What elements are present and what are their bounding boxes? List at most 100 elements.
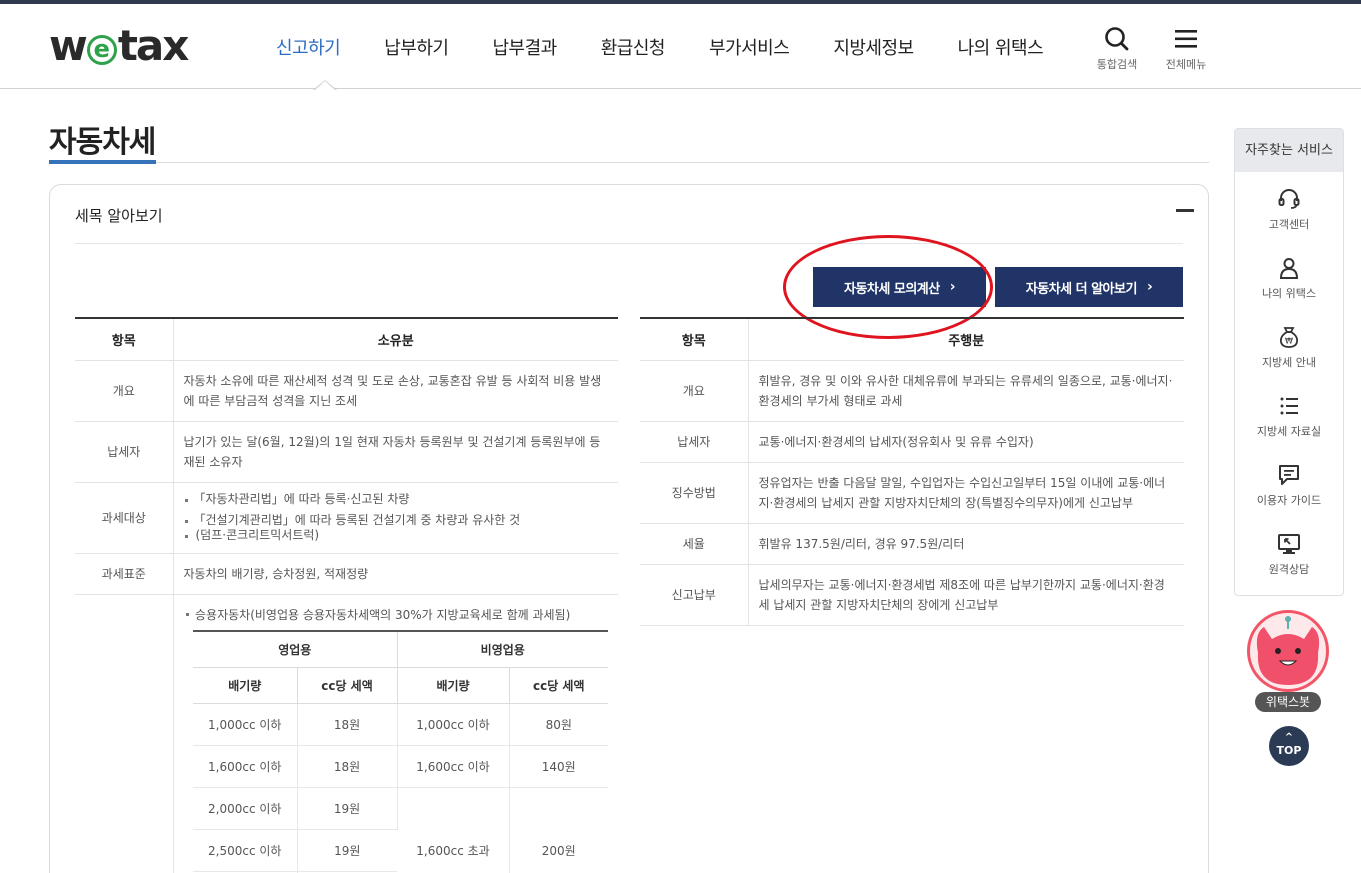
- col-header-tax-per-cc: cc당 세액: [509, 667, 608, 704]
- quick-item-local-tax-library[interactable]: 지방세 자료실: [1235, 379, 1343, 448]
- row-text: 교통·에너지·환경세의 납세자(정유회사 및 유류 수입자): [748, 421, 1184, 463]
- table-row: 1,600cc 이하 18원 1,600cc 이하 140원: [193, 745, 608, 788]
- chat-bubble-icon: [1279, 465, 1299, 485]
- quick-item-label: 나의 위택스: [1261, 287, 1317, 300]
- passenger-car-note: 승용자동차(비영업용 승용자동차세액의 30%가 지방교육세로 함께 과세됨): [185, 606, 570, 623]
- table-cell: 200원: [509, 787, 608, 873]
- row-bullets: 「자동차관리법」에 따라 등록·신고된 차량 「건설기계관리법」에 따라 등록된…: [173, 482, 618, 554]
- top-label: TOP: [1276, 744, 1302, 757]
- col-header-item: 항목: [640, 318, 749, 361]
- collapse-minus-icon[interactable]: [1176, 209, 1194, 212]
- nav-item-refund[interactable]: 환급신청: [601, 34, 666, 59]
- group-header-business: 영업용: [193, 631, 398, 668]
- col-header-driving: 주행분: [748, 318, 1184, 361]
- nav-item-report[interactable]: 신고하기: [276, 34, 341, 59]
- quick-item-remote-support[interactable]: 원격상담: [1235, 517, 1343, 586]
- car-tax-simulation-button[interactable]: 자동차세 모의계산 ›: [813, 267, 986, 307]
- col-header-item: 항목: [75, 318, 174, 361]
- table-cell: 18원: [297, 703, 398, 746]
- car-tax-learn-more-button[interactable]: 자동차세 더 알아보기 ›: [995, 267, 1183, 307]
- nav-item-my-wetax[interactable]: 나의 위택스: [958, 34, 1044, 59]
- table-cell: 18원: [297, 745, 398, 788]
- table-cell: 80원: [509, 703, 608, 746]
- logo-e-circle: e: [86, 35, 117, 65]
- rate-col-header-row: 배기량 cc당 세액 배기량 cc당 세액: [193, 667, 608, 704]
- nav-item-pay-result[interactable]: 납부결과: [493, 34, 558, 59]
- table-row: 2,000cc 이하 19원 1,600cc 초과 200원: [193, 787, 608, 873]
- simulation-button-label: 자동차세 모의계산: [844, 281, 940, 297]
- logo-text-tax: tax: [117, 21, 190, 70]
- global-nav: 신고하기 납부하기 납부결과 환급신청 부가서비스 지방세정보 나의 위택스: [276, 34, 1087, 59]
- row-label: 개요: [640, 360, 749, 422]
- group-header-nonbusiness: 비영업용: [397, 631, 608, 668]
- quick-item-customer-center[interactable]: 고객센터: [1235, 172, 1343, 241]
- caret-up-icon: ^: [1284, 732, 1294, 743]
- hamburger-menu-icon: [1175, 30, 1197, 48]
- title-underline: [49, 160, 156, 164]
- table-row: 과세표준 자동차의 배기량, 승차정원, 적재정량: [75, 553, 618, 595]
- row-text: 정유업자는 반출 다음달 말일, 수입업자는 수입신고일부터 15일 이내에 교…: [748, 462, 1184, 524]
- table-row: 신고납부 납세의무자는 교통·에너지·환경세법 제8조에 따른 납부기한까지 교…: [640, 564, 1184, 626]
- quick-service-sidebar: 자주찾는 서비스 고객센터 나의 위택스 ₩ 지방세 안내 지방세 자료실 이용…: [1234, 128, 1344, 596]
- row-label: 개요: [75, 360, 174, 422]
- row-label: 납세자: [75, 421, 174, 483]
- panel-title: 세목 알아보기: [75, 207, 163, 225]
- table-cell: 1,600cc 이하: [193, 745, 298, 788]
- row-label: 신고납부: [640, 564, 749, 626]
- row-label: 세율: [640, 523, 749, 565]
- row-label: 과세대상: [75, 482, 174, 554]
- table-cell: 1,600cc 이하: [397, 745, 510, 788]
- wetax-logo[interactable]: w e tax: [49, 21, 190, 70]
- row-label: 납세자: [640, 421, 749, 463]
- col-header-ownership: 소유분: [173, 318, 618, 361]
- logo-text-w: w: [49, 21, 88, 70]
- table-row: 과세대상 「자동차관리법」에 따라 등록·신고된 차량 「건설기계관리법」에 따…: [75, 482, 618, 554]
- chevron-right-icon: ›: [949, 279, 956, 295]
- quick-service-title: 자주찾는 서비스: [1235, 129, 1343, 172]
- page-title: 자동차세: [49, 125, 156, 160]
- table-cell: 19원: [297, 829, 397, 872]
- list-item-sub: (덤프·콘크리트믹서트럭): [184, 528, 609, 543]
- table-cell: 1,600cc 초과: [397, 787, 510, 873]
- search-button[interactable]: 통합검색: [1087, 26, 1147, 72]
- panel-divider: [75, 243, 1183, 244]
- row-text: 휘발유, 경유 및 이와 유사한 대체유류에 부과되는 유류세의 일종으로, 교…: [748, 360, 1184, 422]
- table-row: 1,000cc 이하 18원 1,000cc 이하 80원: [193, 703, 608, 746]
- row-label: 과세표준: [75, 553, 174, 595]
- quick-item-label: 이용자 가이드: [1256, 494, 1322, 507]
- rate-group-header-row: 영업용 비영업용: [193, 631, 608, 668]
- quick-item-my-wetax[interactable]: 나의 위택스: [1235, 241, 1343, 310]
- table-cell: 1,000cc 이하: [397, 703, 510, 746]
- table-cell: 140원: [509, 745, 608, 788]
- table-header-row: 항목 소유분: [75, 318, 618, 361]
- col-header-cc: 배기량: [397, 667, 510, 704]
- all-menu-label: 전체메뉴: [1165, 58, 1207, 71]
- col-header-cc: 배기량: [193, 667, 298, 704]
- scroll-top-button[interactable]: ^ TOP: [1269, 726, 1309, 766]
- table-row: 납세자 납기가 있는 달(6월, 12월)의 1일 현재 자동차 등록원부 및 …: [75, 421, 618, 483]
- site-header: w e tax 신고하기 납부하기 납부결과 환급신청 부가서비스 지방세정보 나의…: [0, 4, 1361, 91]
- table-row: 납세자 교통·에너지·환경세의 납세자(정유회사 및 유류 수입자): [640, 421, 1184, 463]
- quick-item-local-tax-guide[interactable]: ₩ 지방세 안내: [1235, 310, 1343, 379]
- nav-item-local-tax-info[interactable]: 지방세정보: [833, 34, 914, 59]
- col-header-tax-per-cc: cc당 세액: [297, 667, 398, 704]
- list-item: 「건설기계관리법」에 따라 등록된 건설기계 중 차량과 유사한 것: [184, 513, 609, 528]
- quick-item-user-guide[interactable]: 이용자 가이드: [1235, 448, 1343, 517]
- table-row: 징수방법 정유업자는 반출 다음달 말일, 수입업자는 수입신고일부터 15일 …: [640, 462, 1184, 524]
- nav-item-pay[interactable]: 납부하기: [384, 34, 449, 59]
- nav-item-extra-services[interactable]: 부가서비스: [709, 34, 790, 59]
- active-nav-pointer: [313, 80, 337, 91]
- driving-tax-table: 항목 주행분 개요 휘발유, 경유 및 이와 유사한 대체유류에 부과되는 유류…: [640, 317, 1184, 626]
- search-icon: [1105, 27, 1129, 51]
- wetax-bot-button[interactable]: 위택스봇: [1246, 610, 1330, 712]
- row-label: 징수방법: [640, 462, 749, 524]
- money-bag-icon: ₩: [1279, 327, 1299, 348]
- bot-label: 위택스봇: [1255, 692, 1321, 712]
- all-menu-button[interactable]: 전체메뉴: [1156, 26, 1216, 72]
- headset-icon: [1278, 189, 1300, 209]
- row-text: 납세의무자는 교통·에너지·환경세법 제8조에 따른 납부기한까지 교통·에너지…: [748, 564, 1184, 626]
- table-cell: 2,500cc 이하: [193, 829, 298, 872]
- tax-info-panel: 세목 알아보기 자동차세 모의계산 › 자동차세 더 알아보기 › 항목 소유분 개…: [49, 184, 1209, 873]
- bot-mascot-icon: [1247, 610, 1329, 692]
- cc-rate-table: 영업용 비영업용 배기량 cc당 세액 배기량 cc당 세액 1,000cc 이…: [193, 630, 608, 873]
